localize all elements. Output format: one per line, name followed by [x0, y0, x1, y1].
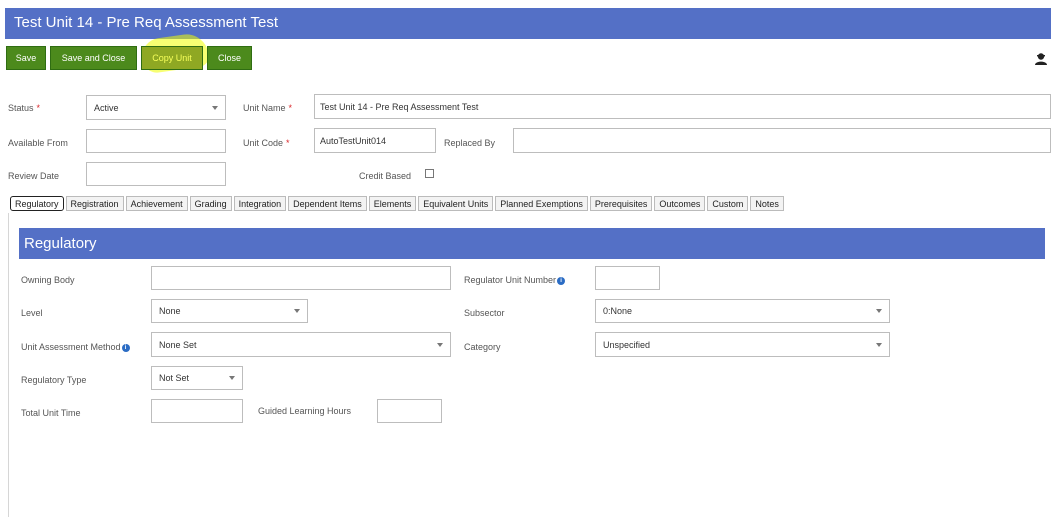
subsector-select[interactable]: 0:None — [595, 299, 890, 323]
category-label: Category — [464, 342, 501, 352]
tab-grading[interactable]: Grading — [189, 196, 232, 211]
tab-custom[interactable]: Custom — [707, 196, 749, 211]
category-select[interactable]: Unspecified — [595, 332, 890, 357]
save-and-close-button[interactable]: Save and Close — [50, 46, 137, 70]
info-icon[interactable]: i — [121, 343, 130, 352]
save-button[interactable]: Save — [6, 46, 46, 70]
owning-body-label: Owning Body — [21, 275, 75, 285]
tab-outcomes[interactable]: Outcomes — [654, 196, 706, 211]
regulatory-type-select[interactable]: Not Set — [151, 366, 243, 390]
tab-bar: Regulatory Registration Achievement Grading… — [10, 196, 784, 213]
window-title-bar: Test Unit 14 - Pre Req Assessment Test — [5, 8, 1051, 39]
tab-notes[interactable]: Notes — [750, 196, 784, 211]
regulator-unit-number-input[interactable] — [595, 266, 660, 290]
review-date-input[interactable] — [86, 162, 226, 186]
unit-assessment-method-label: Unit Assessment Method i — [21, 342, 130, 352]
close-button[interactable]: Close — [207, 46, 252, 70]
copy-unit-button[interactable]: Copy Unit — [141, 46, 203, 70]
unit-assessment-method-select[interactable]: None Set — [151, 332, 451, 357]
regulator-unit-number-label: Regulator Unit Number i — [464, 275, 566, 285]
panel-border — [8, 213, 9, 517]
status-select[interactable]: Active — [86, 95, 226, 120]
review-date-label: Review Date — [8, 171, 60, 181]
tab-elements[interactable]: Elements — [368, 196, 417, 211]
unit-name-input[interactable]: Test Unit 14 - Pre Req Assessment Test — [314, 94, 1051, 119]
info-icon[interactable]: i — [557, 276, 566, 285]
window-title: Test Unit 14 - Pre Req Assessment Test — [14, 14, 279, 31]
owning-body-input[interactable] — [151, 266, 451, 290]
tab-integration[interactable]: Integration — [233, 196, 287, 211]
tab-regulatory[interactable]: Regulatory — [10, 196, 64, 211]
regulatory-type-label: Regulatory Type — [21, 375, 87, 385]
section-title: Regulatory — [24, 235, 97, 252]
available-from-input[interactable] — [86, 129, 226, 153]
tab-dependent-items[interactable]: Dependent Items — [288, 196, 367, 211]
tab-prerequisites[interactable]: Prerequisites — [589, 196, 653, 211]
tab-planned-exemptions[interactable]: Planned Exemptions — [495, 196, 588, 211]
user-icon[interactable] — [1034, 52, 1048, 66]
subsector-label: Subsector — [464, 308, 505, 318]
chevron-down-icon — [212, 105, 218, 110]
tab-registration[interactable]: Registration — [65, 196, 124, 211]
total-unit-time-label: Total Unit Time — [21, 408, 81, 418]
tab-equivalent-units[interactable]: Equivalent Units — [418, 196, 494, 211]
level-select[interactable]: None — [151, 299, 308, 323]
guided-learning-hours-label: Guided Learning Hours — [258, 406, 352, 416]
unit-name-label: Unit Name * — [243, 103, 293, 113]
chevron-down-icon — [294, 309, 300, 313]
credit-based-checkbox[interactable] — [425, 169, 434, 178]
chevron-down-icon — [229, 376, 235, 380]
level-label: Level — [21, 308, 43, 318]
guided-learning-hours-input[interactable] — [377, 399, 442, 423]
tab-achievement[interactable]: Achievement — [125, 196, 188, 211]
credit-based-label: Credit Based — [359, 171, 412, 181]
chevron-down-icon — [437, 342, 443, 347]
unit-code-input[interactable]: AutoTestUnit014 — [314, 128, 436, 153]
section-header: Regulatory — [19, 228, 1045, 259]
total-unit-time-input[interactable] — [151, 399, 243, 423]
chevron-down-icon — [876, 309, 882, 313]
status-label: Status * — [8, 103, 41, 113]
chevron-down-icon — [876, 342, 882, 347]
unit-code-label: Unit Code * — [243, 138, 290, 148]
replaced-by-label: Replaced By — [444, 138, 496, 148]
available-from-label: Available From — [8, 138, 68, 148]
replaced-by-input[interactable] — [513, 128, 1051, 153]
